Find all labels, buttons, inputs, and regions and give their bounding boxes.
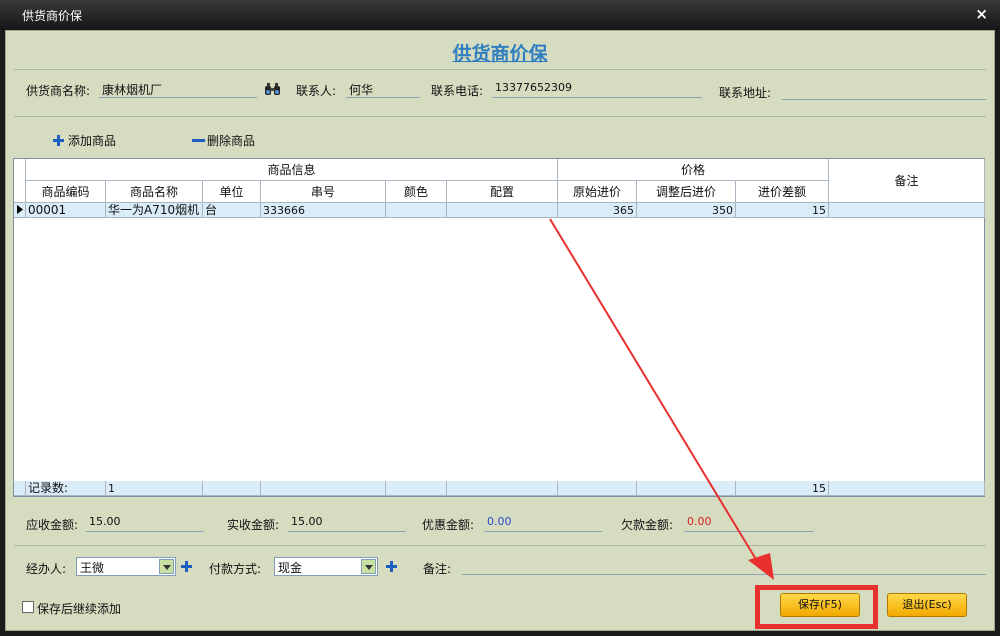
dialog-window: 供货商价保 × 供货商价保 供货商名称: 康林烟机厂 联系人: 何华 联系电话:… bbox=[0, 0, 1000, 636]
annotation-arrow bbox=[549, 218, 774, 580]
